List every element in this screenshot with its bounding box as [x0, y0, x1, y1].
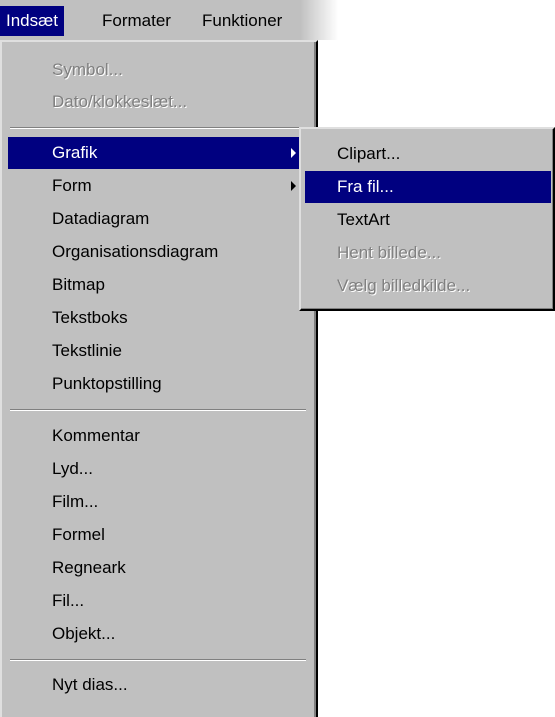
- submenu-item-fra-fil[interactable]: Fra fil...: [305, 171, 551, 203]
- menu-item-regneark[interactable]: Regneark: [8, 552, 308, 584]
- menu-separator: [10, 409, 306, 411]
- menu-item-date-time: Dato/klokkeslæt...: [52, 92, 188, 111]
- menubar-fade: [300, 0, 345, 40]
- menu-item-grafik-label: Grafik: [52, 143, 98, 162]
- menubar-item-funktioner[interactable]: Funktioner: [196, 6, 288, 36]
- submenu-item-clipart[interactable]: Clipart...: [305, 138, 551, 170]
- menu-bar: Indsæt Formater Funktioner: [0, 0, 345, 40]
- menu-item-formel[interactable]: Formel: [8, 519, 308, 551]
- submenu-item-textart[interactable]: TextArt: [305, 204, 551, 236]
- menu-item-symbol: Symbol...: [52, 60, 123, 79]
- menu-item-tekstboks[interactable]: Tekstboks: [8, 302, 308, 334]
- insert-dropdown-menu: Symbol... Dato/klokkeslæt... Grafik Form…: [0, 40, 318, 717]
- menu-item-organisationsdiagram[interactable]: Organisationsdiagram: [8, 236, 308, 268]
- menu-item-datadiagram[interactable]: Datadiagram: [8, 203, 308, 235]
- menu-separator: [10, 659, 306, 661]
- submenu-arrow-icon: [291, 148, 296, 158]
- submenu-item-vaelg-billedkilde: Vælg billedkilde...: [337, 276, 471, 295]
- menu-item-grafik[interactable]: Grafik: [8, 137, 308, 169]
- menu-item-tekstlinie[interactable]: Tekstlinie: [8, 335, 308, 367]
- menubar-item-indsaet[interactable]: Indsæt: [0, 6, 64, 36]
- menu-item-form-label: Form: [52, 176, 92, 195]
- menu-item-kommentar[interactable]: Kommentar: [8, 420, 308, 452]
- menu-item-film[interactable]: Film...: [8, 486, 308, 518]
- menu-item-form[interactable]: Form: [8, 170, 308, 202]
- menu-item-punktopstilling[interactable]: Punktopstilling: [8, 368, 308, 400]
- menu-item-nyt-dias[interactable]: Nyt dias...: [8, 669, 308, 701]
- menu-separator: [10, 127, 306, 129]
- menu-item-lyd[interactable]: Lyd...: [8, 453, 308, 485]
- grafik-submenu: Clipart... Fra fil... TextArt Hent bille…: [299, 127, 555, 311]
- menu-item-fil[interactable]: Fil...: [8, 585, 308, 617]
- submenu-arrow-icon: [291, 181, 296, 191]
- submenu-item-hent-billede: Hent billede...: [337, 243, 441, 262]
- menubar-item-formater[interactable]: Formater: [96, 6, 177, 36]
- menu-item-bitmap[interactable]: Bitmap: [8, 269, 308, 301]
- menu-item-objekt[interactable]: Objekt...: [8, 618, 308, 650]
